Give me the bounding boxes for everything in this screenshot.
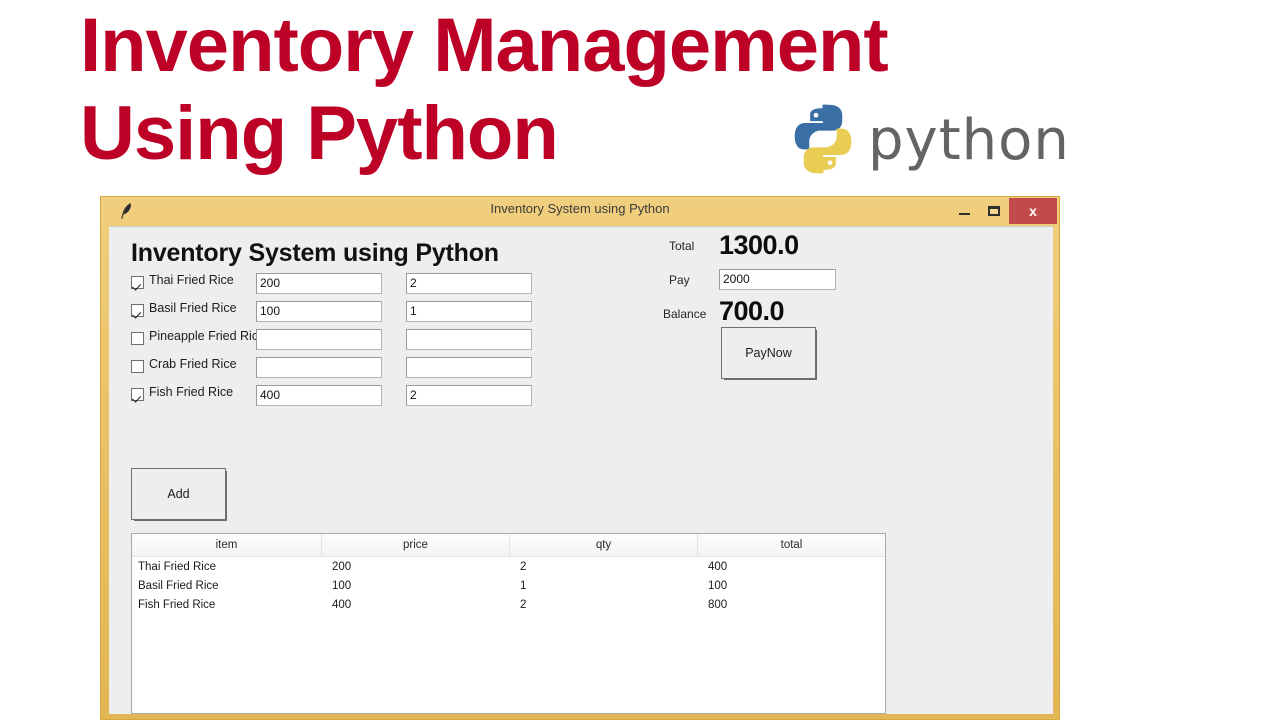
table-cell: 200 xyxy=(332,560,352,573)
item-row: Pineapple Fried Rice xyxy=(131,327,551,353)
maximize-button[interactable] xyxy=(979,198,1009,224)
item-checkbox[interactable] xyxy=(131,276,144,289)
close-button[interactable]: x xyxy=(1009,198,1057,224)
item-checkbox[interactable] xyxy=(131,304,144,317)
item-label: Basil Fried Rice xyxy=(149,301,237,315)
table-cell: 800 xyxy=(708,598,728,611)
price-input[interactable] xyxy=(256,329,382,350)
minimize-icon xyxy=(958,213,970,215)
table-cell: 2 xyxy=(520,598,527,611)
total-value: 1300.0 xyxy=(719,230,799,260)
paynow-button[interactable]: PayNow xyxy=(721,327,816,379)
item-row: Thai Fried Rice 200 2 xyxy=(131,271,551,297)
window-title: Inventory System using Python xyxy=(490,201,670,216)
table-cell: 1 xyxy=(520,579,527,592)
table-row[interactable]: Fish Fried Rice 400 2 800 xyxy=(132,595,885,614)
table-cell: 100 xyxy=(708,579,728,592)
price-input[interactable] xyxy=(256,357,382,378)
price-input[interactable]: 400 xyxy=(256,385,382,406)
item-checkbox[interactable] xyxy=(131,388,144,401)
items-table: item price qty total Thai Fried Rice 200 2 400… xyxy=(131,533,886,714)
screenshot-root: Inventory Management Using Python python… xyxy=(0,0,1280,720)
table-row[interactable]: Basil Fried Rice 100 1 100 xyxy=(132,576,885,595)
qty-input[interactable]: 2 xyxy=(406,385,532,406)
banner: Inventory Management Using Python python xyxy=(0,0,1280,192)
price-input[interactable]: 100 xyxy=(256,301,382,322)
qty-input[interactable] xyxy=(406,329,532,350)
price-input[interactable]: 200 xyxy=(256,273,382,294)
application-window: Inventory System using Python x Inventor… xyxy=(100,196,1060,720)
qty-input[interactable]: 2 xyxy=(406,273,532,294)
total-label: Total xyxy=(669,239,695,253)
python-logo-icon xyxy=(794,104,852,174)
item-row: Fish Fried Rice 400 2 xyxy=(131,383,551,409)
table-row[interactable]: Thai Fried Rice 200 2 400 xyxy=(132,557,885,576)
add-button[interactable]: Add xyxy=(131,468,226,520)
maximize-icon xyxy=(988,206,1000,216)
table-cell: Fish Fried Rice xyxy=(138,598,216,611)
item-label: Crab Fried Rice xyxy=(149,357,237,371)
table-column-header[interactable]: qty xyxy=(510,534,698,556)
qty-input[interactable]: 1 xyxy=(406,301,532,322)
balance-value: 700.0 xyxy=(719,296,785,326)
table-cell: 400 xyxy=(332,598,352,611)
page-title: Inventory System using Python xyxy=(131,239,499,267)
table-cell: 100 xyxy=(332,579,352,592)
table-cell: Basil Fried Rice xyxy=(138,579,219,592)
table-cell: Thai Fried Rice xyxy=(138,560,216,573)
table-column-header[interactable]: price xyxy=(322,534,510,556)
pay-input[interactable]: 2000 xyxy=(719,269,836,290)
qty-input[interactable] xyxy=(406,357,532,378)
table-column-header[interactable]: total xyxy=(698,534,885,556)
item-checkbox[interactable] xyxy=(131,360,144,373)
minimize-button[interactable] xyxy=(949,198,979,224)
table-column-header[interactable]: item xyxy=(132,534,322,556)
window-controls: x xyxy=(949,198,1057,224)
item-checkbox[interactable] xyxy=(131,332,144,345)
item-label: Pineapple Fried Rice xyxy=(149,329,266,343)
window-titlebar[interactable]: Inventory System using Python x xyxy=(101,197,1059,226)
balance-label: Balance xyxy=(663,307,707,321)
item-label: Fish Fried Rice xyxy=(149,385,234,399)
table-cell: 2 xyxy=(520,560,527,573)
table-header-row: item price qty total xyxy=(132,534,885,557)
window-client-area: Inventory System using Python Thai Fried… xyxy=(109,226,1053,714)
python-wordmark: python xyxy=(868,108,1070,173)
pay-label: Pay xyxy=(669,273,690,287)
item-label: Thai Fried Rice xyxy=(149,273,234,287)
table-body: Thai Fried Rice 200 2 400 Basil Fried Rice 10… xyxy=(132,557,885,614)
item-row: Crab Fried Rice xyxy=(131,355,551,381)
table-cell: 400 xyxy=(708,560,728,573)
item-row: Basil Fried Rice 100 1 xyxy=(131,299,551,325)
